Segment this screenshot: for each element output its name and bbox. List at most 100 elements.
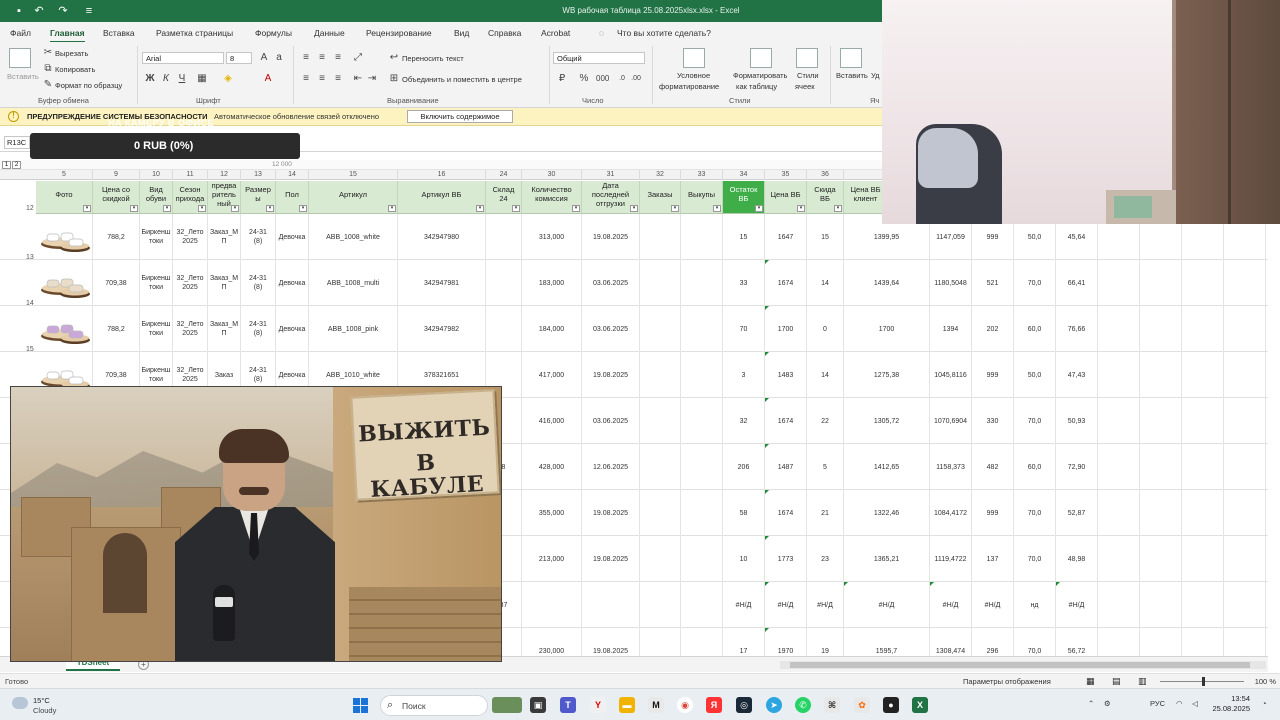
cell-x4[interactable]: 48,98	[1056, 536, 1098, 582]
merge-center-button[interactable]: Объединить и поместить в центре	[402, 75, 522, 84]
column-number[interactable]: 10	[140, 170, 173, 180]
column-number[interactable]: 24	[486, 170, 522, 180]
cell-buyouts[interactable]	[681, 214, 723, 260]
cell-pricewb[interactable]: 1674	[765, 260, 807, 306]
empty-cell[interactable]	[1182, 306, 1224, 352]
empty-cell[interactable]	[1182, 536, 1224, 582]
filter-dropdown-icon[interactable]: ▾	[476, 205, 484, 212]
tab-home[interactable]: Главная	[50, 28, 85, 43]
column-header[interactable]: Размер ы ▾	[241, 181, 276, 214]
cell-wb[interactable]: 342947981	[398, 260, 486, 306]
filter-dropdown-icon[interactable]: ▾	[231, 205, 239, 212]
notifications-icon[interactable]: ◔	[1262, 699, 1267, 708]
format-painter-button[interactable]: Формат по образцу	[55, 81, 122, 90]
cloud-icon[interactable]	[12, 697, 28, 709]
cell-date[interactable]: 19.08.2025	[582, 536, 640, 582]
cell-pricewb[interactable]: 1674	[765, 490, 807, 536]
empty-cell[interactable]	[1098, 582, 1140, 628]
filter-dropdown-icon[interactable]: ▾	[512, 205, 520, 212]
empty-cell[interactable]	[1098, 352, 1140, 398]
taskbar-search[interactable]: ⌕ Поиск	[380, 695, 488, 716]
row-number[interactable]: 15	[0, 346, 36, 353]
increase-indent-icon[interactable]: ⇥	[366, 73, 378, 85]
copy-button[interactable]: Копировать	[55, 65, 95, 74]
align-middle-icon[interactable]: ≡	[316, 52, 328, 64]
cell-qty[interactable]: 230,000	[522, 628, 582, 656]
empty-cell[interactable]	[1224, 398, 1266, 444]
tab-review[interactable]: Рецензирование	[366, 28, 432, 38]
tab-file[interactable]: Файл	[10, 28, 31, 38]
tab-data[interactable]: Данные	[314, 28, 345, 38]
zoom-slider[interactable]	[1160, 677, 1244, 686]
empty-cell[interactable]	[1182, 352, 1224, 398]
cell-x4[interactable]: 76,66	[1056, 306, 1098, 352]
cut-button[interactable]: Вырезать	[55, 49, 88, 58]
cell-pricewb[interactable]: 1487	[765, 444, 807, 490]
decrease-font-icon[interactable]: a	[273, 52, 285, 64]
cell-disc[interactable]: #Н/Д	[807, 582, 844, 628]
column-number[interactable]: 36	[807, 170, 844, 180]
cell-type[interactable]: Биркенш токи	[140, 214, 173, 260]
empty-cell[interactable]	[1098, 398, 1140, 444]
empty-cell[interactable]	[1140, 628, 1182, 656]
underline-button[interactable]: Ч	[176, 73, 188, 85]
empty-cell[interactable]	[1224, 582, 1266, 628]
cell-x1[interactable]: 1158,373	[930, 444, 972, 490]
format-as-table-button[interactable]: Форматировать	[733, 71, 787, 80]
cell-x3[interactable]: 70,0	[1014, 628, 1056, 656]
font-name-select[interactable]: Arial	[142, 52, 224, 64]
cell-client[interactable]: 1700	[844, 306, 930, 352]
tab-help[interactable]: Справка	[488, 28, 521, 38]
cell-x1[interactable]: 1070,6904	[930, 398, 972, 444]
cell-pricewb[interactable]: 1773	[765, 536, 807, 582]
cell-orders[interactable]	[640, 306, 681, 352]
app-icon[interactable]: ✿	[854, 697, 870, 713]
column-header[interactable]: Цена ВБ ▾	[765, 181, 807, 214]
cell-ost[interactable]: 10	[723, 536, 765, 582]
column-header[interactable]: Артикул ВБ ▾	[398, 181, 486, 214]
column-header[interactable]: Выкупы ▾	[681, 181, 723, 214]
cell-size[interactable]: 24-31 (8)	[241, 260, 276, 306]
cell-x3[interactable]: 70,0	[1014, 536, 1056, 582]
empty-cell[interactable]	[1140, 260, 1182, 306]
cell-ost[interactable]: 33	[723, 260, 765, 306]
increase-decimal-icon[interactable]: .0	[616, 73, 628, 85]
empty-cell[interactable]	[1140, 398, 1182, 444]
column-number[interactable]: 12	[208, 170, 241, 180]
column-number[interactable]: 30	[522, 170, 582, 180]
empty-cell[interactable]	[1224, 306, 1266, 352]
paste-icon[interactable]	[9, 48, 31, 68]
filter-dropdown-icon[interactable]: ▾	[299, 205, 307, 212]
cell-x1[interactable]: 1119,4722	[930, 536, 972, 582]
cell-gender[interactable]: Девочка	[276, 306, 309, 352]
cell-size[interactable]: 24-31 (8)	[241, 214, 276, 260]
cell-stock24[interactable]	[486, 214, 522, 260]
cell-disc[interactable]: 5	[807, 444, 844, 490]
cell-buyouts[interactable]	[681, 582, 723, 628]
column-number[interactable]: 9	[93, 170, 140, 180]
cell-disc[interactable]: 14	[807, 260, 844, 306]
cell-art[interactable]: ABB_1008_pink	[309, 306, 398, 352]
cell-date[interactable]: 03.06.2025	[582, 306, 640, 352]
cell-client[interactable]: 1322,46	[844, 490, 930, 536]
cell-x4[interactable]: 66,41	[1056, 260, 1098, 306]
yandex-icon[interactable]: Y	[590, 697, 606, 713]
column-header[interactable]: Пол ▾	[276, 181, 309, 214]
cell-wb[interactable]: 342947982	[398, 306, 486, 352]
decrease-indent-icon[interactable]: ⇤	[352, 73, 364, 85]
column-number[interactable]: 31	[582, 170, 640, 180]
cell-x3[interactable]: 70,0	[1014, 260, 1056, 306]
empty-cell[interactable]	[1098, 306, 1140, 352]
cell-ost[interactable]: 17	[723, 628, 765, 656]
font-color-icon[interactable]: A	[262, 73, 274, 85]
cell-x1[interactable]: 1394	[930, 306, 972, 352]
cell-buyouts[interactable]	[681, 444, 723, 490]
empty-cell[interactable]	[1182, 260, 1224, 306]
enable-content-button[interactable]: Включить содержимое	[407, 110, 513, 123]
cell-season[interactable]: 32_Лето 2025	[173, 306, 208, 352]
empty-cell[interactable]	[1098, 260, 1140, 306]
tab-page-layout[interactable]: Разметка страницы	[156, 28, 233, 38]
empty-cell[interactable]	[1098, 444, 1140, 490]
task-view-icon[interactable]: ▣	[530, 697, 546, 713]
delete-cells-button[interactable]: Уд	[871, 71, 880, 80]
